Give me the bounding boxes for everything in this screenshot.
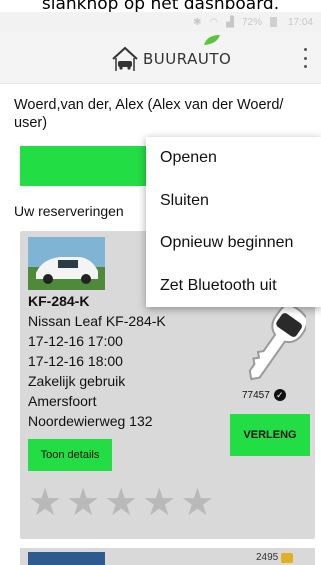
battery-level: 72% [241,16,262,28]
app-logo: BUURAUTO [110,44,231,74]
user-name: Woerd,van der, Alex (Alex van der Woerd/… [14,97,284,131]
menu-item-bluetooth-uit[interactable]: Zet Bluetooth uit [146,265,321,308]
leaf-icon [204,35,220,45]
key-icon[interactable] [238,301,306,391]
rating-stars[interactable]: ★ ★ ★ ★ ★ [28,483,214,521]
house-car-icon [112,46,138,71]
star-icon[interactable]: ★ [66,483,100,521]
star-icon[interactable]: ★ [142,483,176,521]
end-time: 17-12-16 18:00 [28,353,123,369]
key-code: 2495 [256,552,294,563]
key-icon [281,552,294,563]
star-icon[interactable]: ★ [180,483,214,521]
status-bar: ✱ ◠ ▟ 72% 17:04 [0,12,321,32]
star-icon[interactable]: ★ [104,483,138,521]
caption-text: slanknop op het dashboard. [41,0,280,12]
star-icon[interactable]: ★ [28,483,62,521]
signal-icon: ▟ [226,16,234,28]
extend-button[interactable]: VERLENG [230,414,310,456]
usage-type: Zakelijk gebruik [28,373,126,389]
menu-item-sluiten[interactable]: Sluiten [146,180,321,223]
reservations-title: Uw reserveringen [14,203,124,219]
license-plate: KF-284-K [28,293,90,309]
show-details-button[interactable]: Toon details [28,439,112,471]
brand-name: BUURAUTO [143,50,232,68]
key-code: 77457 ✓ [242,389,286,401]
app-bar: BUURAUTO [0,32,321,84]
car-photo [28,552,105,565]
battery-icon [269,17,277,27]
check-icon: ✓ [273,389,286,401]
bluetooth-icon: ✱ [193,16,202,28]
car-model: Nissan Leaf KF-284-K [28,313,166,329]
reservation-card-next: 2495 [20,548,315,565]
city: Amersfoort [28,393,97,409]
clock: 17:04 [287,16,313,28]
street-address: Noordewierweg 132 [28,413,153,429]
wifi-icon: ◠ [209,16,219,28]
car-image-icon [28,237,105,290]
overflow-menu-icon[interactable] [301,48,309,68]
menu-item-openen[interactable]: Openen [146,137,321,180]
menu-item-opnieuw-beginnen[interactable]: Opnieuw beginnen [146,222,321,265]
car-photo [28,237,105,290]
overflow-popup-menu: Openen Sluiten Opnieuw beginnen Zet Blue… [146,137,321,307]
start-time: 17-12-16 17:00 [28,333,123,349]
